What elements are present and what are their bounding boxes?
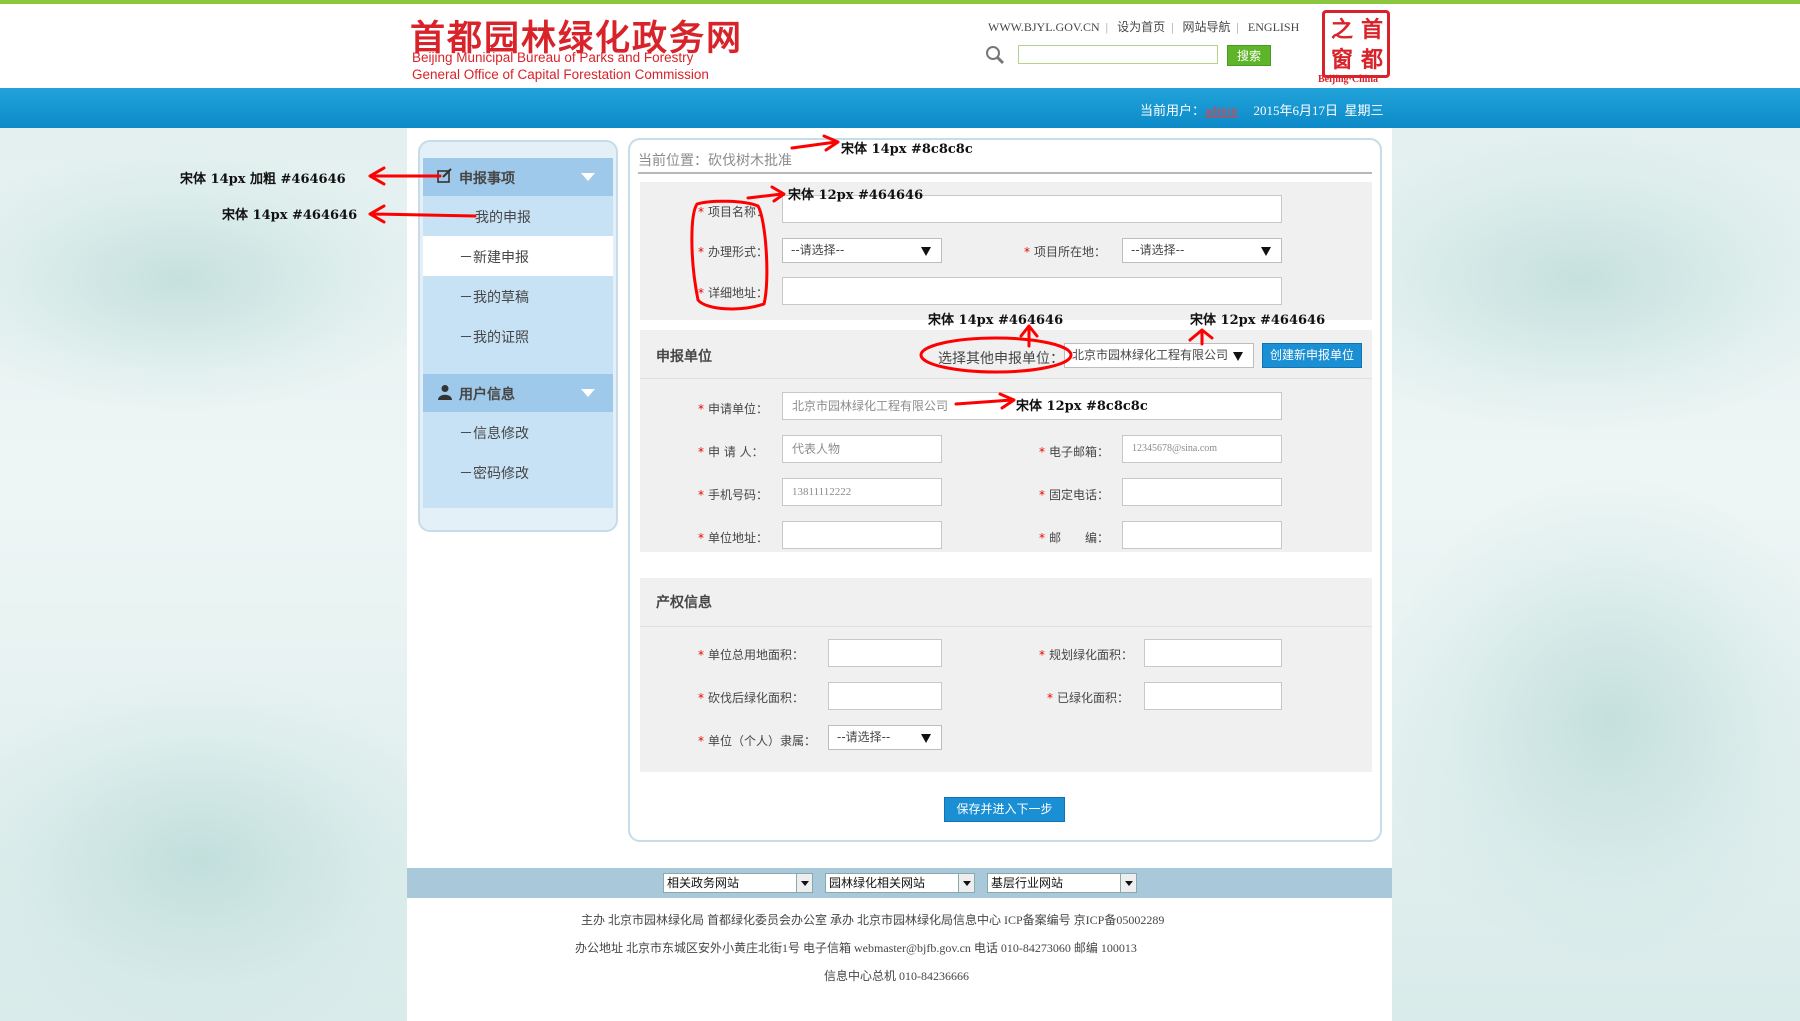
select-value: 相关政务网站: [667, 876, 740, 890]
annotation-arrow: [954, 392, 1016, 410]
annotation-label: 宋体 14px 加粗 #464646: [180, 172, 346, 187]
footer-hotline: 信息中心总机 010-84236666: [824, 969, 969, 983]
annotation-label: 宋体 14px #464646: [928, 313, 1064, 328]
annotation-arrow: [1188, 328, 1214, 346]
annotation-label: 宋体 12px #8c8c8c: [1016, 399, 1148, 414]
footer-host-info: 主办 北京市园林绿化局 首都绿化委员会办公室 承办 北京市园林绿化局信息中心 I…: [581, 913, 1165, 927]
select-value: 基层行业网站: [991, 876, 1064, 890]
annotation-arrow: [368, 204, 477, 224]
annotation-bracket: [690, 199, 769, 311]
dropdown-arrow-icon: [958, 874, 974, 892]
annotation-label: 宋体 14px #464646: [222, 208, 358, 223]
annotation-circle: [919, 336, 1073, 374]
annotation-arrow: [368, 166, 442, 186]
annotation-label: 宋体 14px #8c8c8c: [841, 142, 973, 157]
annotation-arrow: [790, 134, 840, 152]
annotation-label: 宋体 12px #464646: [1190, 313, 1326, 328]
annotation-label: 宋体 12px #464646: [788, 188, 924, 203]
select-value: 园林绿化相关网站: [829, 876, 926, 890]
grassroots-sites-select[interactable]: 基层行业网站: [987, 873, 1137, 893]
forestry-sites-select[interactable]: 园林绿化相关网站: [825, 873, 975, 893]
related-gov-sites-select[interactable]: 相关政务网站: [663, 873, 813, 893]
annotation-arrow: [746, 185, 786, 203]
dropdown-arrow-icon: [796, 874, 812, 892]
dropdown-arrow-icon: [1120, 874, 1136, 892]
annotation-arrow: [1019, 324, 1039, 348]
footer-contact-info: 办公地址 北京市东城区安外小黄庄北街1号 电子信箱 webmaster@bjfb…: [575, 941, 1137, 955]
